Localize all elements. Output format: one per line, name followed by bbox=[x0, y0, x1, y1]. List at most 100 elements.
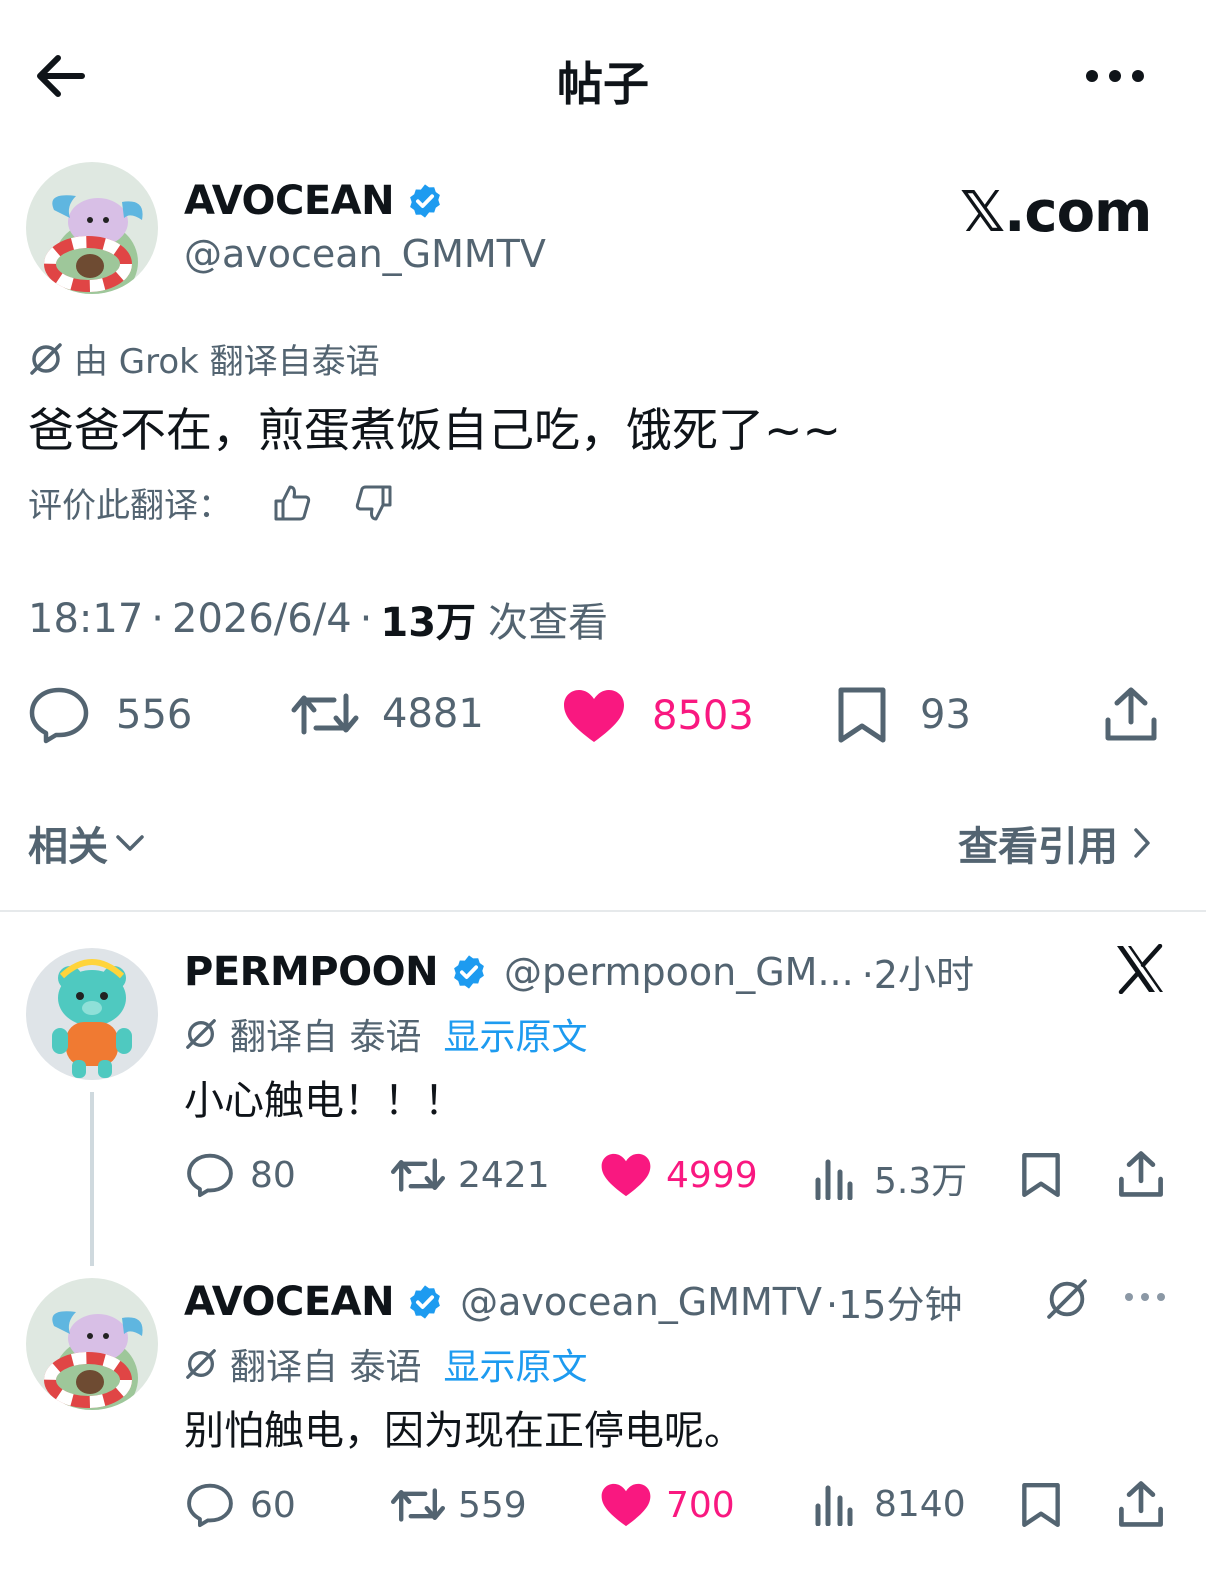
repost-icon bbox=[291, 693, 359, 735]
chevron-right-icon bbox=[1134, 828, 1150, 858]
reply-time: ·2小时 bbox=[861, 953, 974, 997]
reply-author-name[interactable]: AVOCEAN bbox=[184, 1279, 395, 1325]
reply-action[interactable]: 60 bbox=[186, 1482, 296, 1528]
more-options-button[interactable] bbox=[1124, 1290, 1166, 1304]
views-action[interactable]: 5.3万 bbox=[814, 1152, 967, 1204]
x-com-logo: 𝕏.com bbox=[960, 180, 1152, 245]
show-original-link[interactable]: 显示原文 bbox=[443, 1008, 587, 1060]
verified-badge-icon bbox=[406, 182, 444, 220]
reply-bubble-icon bbox=[187, 1483, 233, 1528]
author-handle[interactable]: @avocean_GMMTV bbox=[184, 232, 546, 276]
chevron-down-icon bbox=[116, 835, 144, 851]
heart-filled-icon bbox=[601, 1483, 651, 1527]
post-time: 18:17 bbox=[28, 596, 144, 642]
reply-action[interactable]: 80 bbox=[186, 1152, 296, 1198]
share-button[interactable] bbox=[1118, 1480, 1164, 1528]
thumbs-down-icon bbox=[355, 485, 392, 520]
views-count: 8140 bbox=[874, 1483, 966, 1525]
share-button[interactable] bbox=[1118, 1150, 1164, 1198]
avatar[interactable] bbox=[26, 948, 158, 1080]
more-options-button[interactable] bbox=[1084, 64, 1146, 88]
repost-icon bbox=[391, 1158, 445, 1192]
reply-text: 小心触电！！！ bbox=[184, 1078, 464, 1124]
reply-bubble-icon bbox=[187, 1153, 233, 1198]
like-count: 4999 bbox=[666, 1154, 758, 1196]
divider bbox=[0, 910, 1206, 912]
repost-count: 4881 bbox=[382, 691, 484, 737]
share-button[interactable] bbox=[1104, 686, 1158, 742]
bear-mascot-icon bbox=[26, 948, 158, 1080]
views-label: 次查看 bbox=[488, 600, 609, 646]
views-action[interactable]: 8140 bbox=[814, 1482, 966, 1526]
like-count: 700 bbox=[666, 1484, 735, 1526]
view-quotes-label: 查看引用 bbox=[958, 824, 1118, 870]
reply-author-name[interactable]: PERMPOON bbox=[184, 949, 439, 995]
more-dots-icon bbox=[1125, 1293, 1165, 1301]
separator-dot: · bbox=[359, 596, 373, 642]
repost-count: 559 bbox=[458, 1484, 527, 1526]
avocado-mascot-icon bbox=[26, 162, 158, 294]
rate-translation-label: 评价此翻译： bbox=[28, 486, 232, 526]
related-label: 相关 bbox=[28, 824, 108, 870]
verified-badge-icon bbox=[450, 953, 488, 991]
views-count: 13万 bbox=[380, 600, 477, 646]
thread-line bbox=[90, 1092, 94, 1266]
translated-from-label: 翻译自 泰语 bbox=[230, 1347, 422, 1388]
thumbs-down-button[interactable] bbox=[354, 483, 394, 523]
avocado-mascot-icon bbox=[26, 1278, 158, 1410]
like-action[interactable]: 700 bbox=[600, 1482, 735, 1528]
thumbs-up-button[interactable] bbox=[272, 483, 312, 523]
reply-count: 60 bbox=[250, 1484, 296, 1526]
translation-note: 由 Grok 翻译自泰语 bbox=[74, 342, 380, 382]
heart-filled-icon bbox=[601, 1153, 651, 1197]
reply-time: ·15分钟 bbox=[826, 1283, 963, 1327]
bookmark-button[interactable] bbox=[1020, 1482, 1062, 1528]
share-icon bbox=[1119, 1151, 1163, 1197]
share-icon bbox=[1105, 687, 1157, 741]
reply-count: 556 bbox=[116, 692, 193, 738]
analytics-bars-icon bbox=[815, 1159, 853, 1200]
like-count: 8503 bbox=[652, 693, 754, 739]
grok-icon bbox=[28, 341, 64, 377]
bookmark-button[interactable] bbox=[1020, 1152, 1062, 1198]
grok-icon bbox=[184, 1347, 218, 1381]
post-date: 2026/6/4 bbox=[172, 596, 352, 642]
translated-from-label: 翻译自 泰语 bbox=[230, 1017, 422, 1058]
heart-filled-icon bbox=[564, 690, 624, 742]
reply-text: 别怕触电，因为现在正停电呢。 bbox=[184, 1408, 744, 1454]
thumbs-up-icon bbox=[274, 485, 311, 520]
repost-action[interactable]: 4881 bbox=[290, 688, 484, 740]
reply-bubble-icon bbox=[29, 687, 89, 744]
view-quotes-link[interactable]: 查看引用 bbox=[958, 814, 1152, 872]
like-action[interactable]: 4999 bbox=[600, 1152, 758, 1198]
x-logo-icon bbox=[1114, 944, 1166, 994]
more-dots-icon bbox=[1086, 70, 1144, 82]
analytics-bars-icon bbox=[815, 1485, 853, 1526]
avatar[interactable] bbox=[26, 1278, 158, 1410]
author-name[interactable]: AVOCEAN bbox=[184, 178, 395, 224]
grok-icon bbox=[1047, 1279, 1087, 1319]
bookmark-icon bbox=[1022, 1482, 1060, 1528]
bookmark-count: 93 bbox=[920, 692, 971, 738]
related-dropdown[interactable]: 相关 bbox=[28, 814, 146, 872]
post-text: 爸爸不在，煎蛋煮饭自己吃，饿死了~~ bbox=[28, 403, 842, 457]
repost-action[interactable]: 2421 bbox=[390, 1154, 550, 1196]
grok-icon bbox=[184, 1017, 218, 1051]
repost-icon bbox=[391, 1488, 445, 1522]
share-icon bbox=[1119, 1481, 1163, 1527]
like-action[interactable]: 8503 bbox=[562, 688, 754, 744]
reply-author-handle[interactable]: @permpoon_GM... bbox=[504, 950, 854, 994]
grok-button[interactable] bbox=[1044, 1276, 1090, 1322]
reply-action[interactable]: 556 bbox=[28, 686, 192, 744]
bookmark-action[interactable]: 93 bbox=[836, 686, 971, 744]
verified-badge-icon bbox=[406, 1283, 444, 1321]
avatar[interactable] bbox=[26, 162, 158, 294]
page-title: 帖子 bbox=[557, 57, 649, 111]
show-original-link[interactable]: 显示原文 bbox=[443, 1338, 587, 1390]
reply-count: 80 bbox=[250, 1154, 296, 1196]
separator-dot: · bbox=[151, 596, 164, 642]
repost-action[interactable]: 559 bbox=[390, 1484, 527, 1526]
views-count: 5.3万 bbox=[874, 1161, 968, 1202]
reply-author-handle[interactable]: @avocean_GMMTV bbox=[460, 1280, 822, 1324]
repost-count: 2421 bbox=[458, 1154, 550, 1196]
